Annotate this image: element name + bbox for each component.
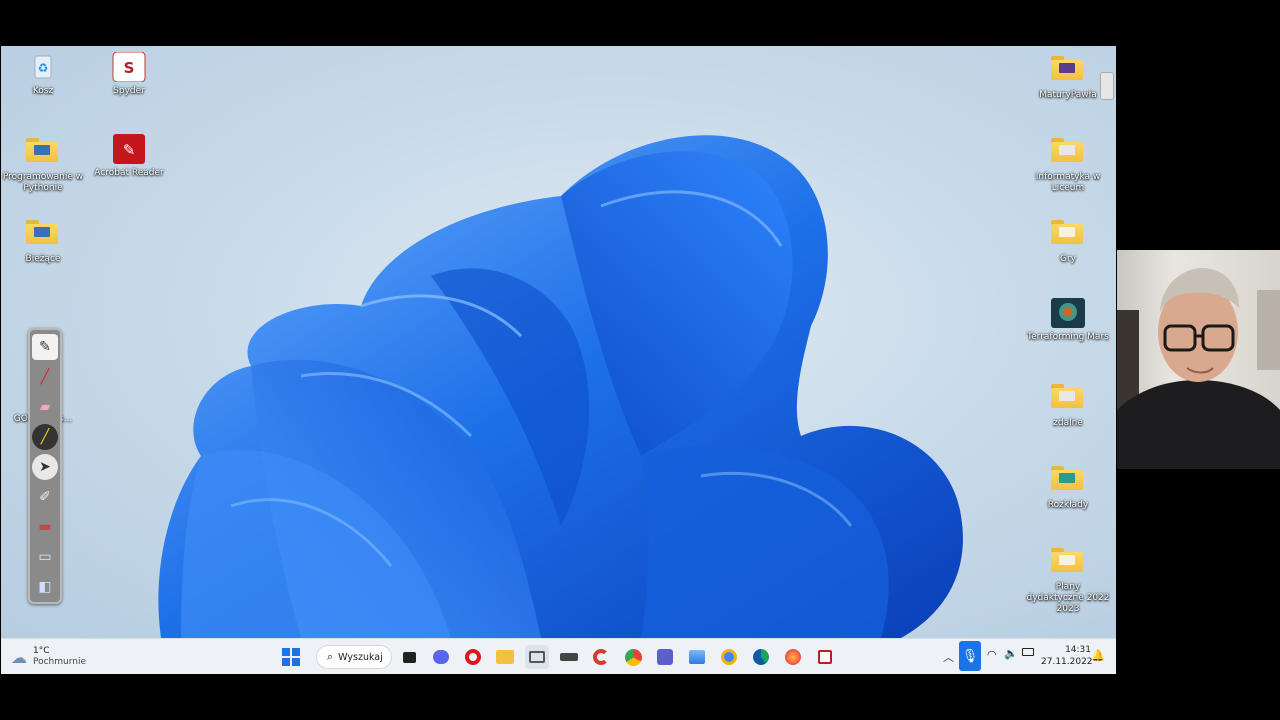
folder-icon bbox=[1051, 548, 1085, 578]
desktop-icon-label: Bieżące bbox=[25, 254, 61, 264]
desktop-icon-terraforming[interactable]: Terraforming Mars bbox=[1026, 298, 1110, 343]
spyder-icon: S bbox=[112, 51, 146, 83]
desktop-icon-label: Terraforming Mars bbox=[1027, 332, 1109, 342]
cloud-icon: ☁ bbox=[11, 647, 27, 667]
notification-bell-icon[interactable]: 🔔 bbox=[1091, 649, 1105, 662]
ruler-icon[interactable]: ▬ bbox=[32, 514, 58, 540]
video-frame: ♻ Kosz S Spyder Programowanie w Pythonie… bbox=[0, 0, 1280, 720]
weather-desc: Pochmurnie bbox=[33, 657, 87, 667]
desktop-icon-plany[interactable]: Plany dydaktyczne 2022 2023 bbox=[1026, 544, 1110, 615]
brush-icon[interactable]: ✐ bbox=[32, 484, 58, 510]
desktop-icon-zdalne[interactable]: zdalne bbox=[1026, 380, 1110, 429]
chrome-icon[interactable] bbox=[621, 645, 645, 669]
recycle-bin-icon: ♻ bbox=[26, 52, 60, 82]
folder-icon bbox=[1051, 384, 1085, 414]
desktop-icon-label: Plany dydaktyczne 2022 2023 bbox=[1026, 582, 1110, 614]
desktop-icon-spyder[interactable]: S Spyder bbox=[87, 51, 171, 97]
svg-text:✎: ✎ bbox=[123, 141, 136, 159]
microphone-icon[interactable]: 🎙 bbox=[959, 641, 981, 671]
folder-icon bbox=[1051, 138, 1085, 168]
desktop-icon-kosz[interactable]: ♻ Kosz bbox=[1, 52, 85, 97]
battery-icon[interactable] bbox=[1022, 648, 1034, 656]
photos-icon[interactable] bbox=[685, 645, 709, 669]
desktop-icon-label: Rozkłady bbox=[1047, 500, 1089, 510]
spyder-icon[interactable] bbox=[813, 645, 837, 669]
folder-icon bbox=[1051, 466, 1085, 496]
folder-icon bbox=[1051, 56, 1085, 86]
clock-date: 27.11.2022 bbox=[1041, 657, 1093, 667]
desktop-icon-programowanie[interactable]: Programowanie w Pythonie bbox=[1, 134, 85, 194]
file-explorer-icon[interactable] bbox=[493, 645, 517, 669]
start-icon[interactable] bbox=[279, 645, 303, 669]
desktop-icon-biezace[interactable]: Bieżące bbox=[1, 216, 85, 265]
teams-icon[interactable] bbox=[653, 645, 677, 669]
svg-text:S: S bbox=[124, 59, 135, 77]
weather-temp: 1°C bbox=[33, 646, 50, 656]
weather-widget[interactable]: ☁ 1°C Pochmurnie bbox=[11, 645, 86, 669]
desktop-icon-label: zdalne bbox=[1053, 418, 1083, 428]
clock-time: 14:31 bbox=[1065, 645, 1091, 655]
volume-icon[interactable]: 🔉 bbox=[1004, 647, 1018, 660]
desktop-icon-label: Gry bbox=[1059, 254, 1076, 264]
window-icon[interactable]: ◧ bbox=[32, 574, 58, 600]
pointer-icon[interactable]: ➤ bbox=[32, 454, 58, 480]
game-icon bbox=[1051, 298, 1085, 328]
acrobat-icon: ✎ bbox=[112, 134, 146, 164]
taskbar: ☁ 1°C Pochmurnie ⌕ Wyszukaj ︿ 🎙 ◠ 🔉 14:3… bbox=[1, 638, 1116, 674]
opera-icon[interactable] bbox=[461, 645, 485, 669]
webcam-overlay bbox=[1117, 250, 1280, 469]
wifi-icon[interactable]: ◠ bbox=[987, 648, 997, 661]
whiteboard-icon[interactable] bbox=[525, 645, 549, 669]
folder-icon bbox=[26, 220, 60, 250]
desktop-icon-informatyka[interactable]: Informatyka w Liceum bbox=[1026, 134, 1110, 194]
desktop-icon-label: Informatyka w Liceum bbox=[1035, 172, 1101, 193]
taskbar-search[interactable]: ⌕ Wyszukaj bbox=[316, 645, 392, 669]
pen-icon[interactable]: ✎ bbox=[32, 334, 58, 360]
marker-icon[interactable]: ╱ bbox=[32, 364, 58, 390]
desktop[interactable]: ♻ Kosz S Spyder Programowanie w Pythonie… bbox=[1, 46, 1116, 638]
edge-icon[interactable] bbox=[749, 645, 773, 669]
desktop-icon-label: MaturyPawła bbox=[1039, 90, 1097, 100]
eraser-icon[interactable]: ▰ bbox=[32, 394, 58, 420]
desktop-icon-label: Kosz bbox=[32, 86, 54, 96]
desktop-icon-rozklady[interactable]: Rozkłady bbox=[1026, 462, 1110, 511]
screen-icon[interactable]: ▭ bbox=[32, 544, 58, 570]
clock[interactable]: 14:31 27.11.2022 bbox=[1041, 644, 1093, 668]
search-icon: ⌕ bbox=[327, 650, 334, 663]
desktop-icon-gry[interactable]: Gry bbox=[1026, 216, 1110, 265]
task-view-icon[interactable] bbox=[397, 645, 421, 669]
desktop-icon-label: Spyder bbox=[113, 86, 145, 96]
folder-icon bbox=[26, 138, 60, 168]
desktop-icon-matury[interactable]: MaturyPawła bbox=[1026, 52, 1110, 101]
svg-text:♻: ♻ bbox=[38, 61, 49, 75]
scanner-icon[interactable] bbox=[557, 645, 581, 669]
search-label: Wyszukaj bbox=[338, 651, 383, 663]
folder-icon bbox=[1051, 220, 1085, 250]
desktop-icon-acrobat[interactable]: ✎ Acrobat Reader bbox=[87, 134, 171, 179]
ccleaner-icon[interactable] bbox=[589, 645, 613, 669]
desktop-icon-label: Acrobat Reader bbox=[94, 168, 164, 178]
highlighter-icon[interactable]: ╱ bbox=[32, 424, 58, 450]
firefox-icon[interactable] bbox=[781, 645, 805, 669]
chrome-beta-icon[interactable] bbox=[717, 645, 741, 669]
side-panel-handle[interactable] bbox=[1100, 72, 1114, 100]
file-icon bbox=[26, 298, 60, 328]
pen-toolbar: ✎ ╱ ▰ ╱ ➤ ✐ ▬ ▭ ◧ bbox=[28, 328, 62, 604]
desktop-icon-label: Programowanie w Pythonie bbox=[2, 172, 84, 193]
meet-icon[interactable] bbox=[429, 645, 453, 669]
presenter-video bbox=[1117, 268, 1280, 469]
chevron-up-icon[interactable]: ︿ bbox=[943, 649, 954, 665]
